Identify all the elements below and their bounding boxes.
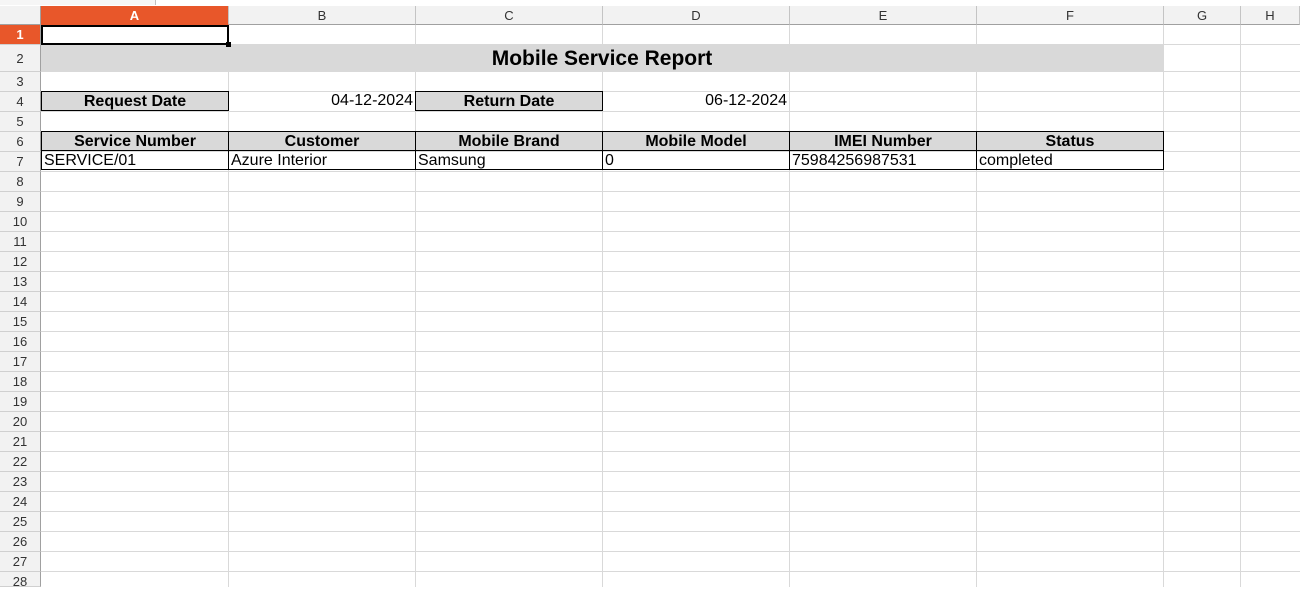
column-header-c[interactable]: C <box>416 6 603 25</box>
gridline <box>41 451 1300 452</box>
gridline <box>41 351 1300 352</box>
row-header-14[interactable]: 14 <box>0 292 41 312</box>
column-header-d[interactable]: D <box>603 6 790 25</box>
gridline <box>1163 25 1164 587</box>
column-header-f[interactable]: F <box>977 6 1164 25</box>
report-title[interactable]: Mobile Service Report <box>41 45 1163 72</box>
row-header-6[interactable]: 6 <box>0 132 41 152</box>
fill-handle[interactable] <box>226 42 231 47</box>
gridline <box>41 571 1300 572</box>
gridline <box>41 211 1300 212</box>
gridline <box>1240 25 1241 587</box>
table-cell-imei-number[interactable]: 75984256987531 <box>789 150 977 170</box>
row-header-20[interactable]: 20 <box>0 412 41 432</box>
table-cell-service-number[interactable]: SERVICE/01 <box>41 150 229 170</box>
gridline <box>41 491 1300 492</box>
gridline <box>41 471 1300 472</box>
column-header-b[interactable]: B <box>229 6 416 25</box>
return-date-label[interactable]: Return Date <box>415 91 603 111</box>
table-header-mobile-model[interactable]: Mobile Model <box>602 131 790 151</box>
table-header-imei-number[interactable]: IMEI Number <box>789 131 977 151</box>
return-date-value[interactable]: 06-12-2024 <box>602 91 789 111</box>
row-header-25[interactable]: 25 <box>0 512 41 532</box>
table-header-status[interactable]: Status <box>976 131 1164 151</box>
spreadsheet: A B C D E F G H 1 2 3 4 5 6 7 8 9 10 11 … <box>0 0 1300 589</box>
column-header-a[interactable]: A <box>41 6 229 25</box>
row-header-10[interactable]: 10 <box>0 212 41 232</box>
table-cell-status[interactable]: completed <box>976 150 1164 170</box>
row-header-22[interactable]: 22 <box>0 452 41 472</box>
active-cell-cursor[interactable] <box>41 25 231 47</box>
row-header-1[interactable]: 1 <box>0 25 41 45</box>
name-box[interactable] <box>0 0 156 5</box>
table-cell-mobile-model[interactable]: 0 <box>602 150 790 170</box>
row-header-5[interactable]: 5 <box>0 112 41 132</box>
gridline <box>41 251 1300 252</box>
table-header-service-number[interactable]: Service Number <box>41 131 229 151</box>
gridline <box>41 371 1300 372</box>
row-header-15[interactable]: 15 <box>0 312 41 332</box>
row-header-28[interactable]: 28 <box>0 572 41 589</box>
row-header-27[interactable]: 27 <box>0 552 41 572</box>
column-header-e[interactable]: E <box>790 6 977 25</box>
select-all-corner[interactable] <box>0 6 41 25</box>
row-header-3[interactable]: 3 <box>0 72 41 92</box>
gridline <box>41 531 1300 532</box>
row-header-2[interactable]: 2 <box>0 45 41 72</box>
cell-grid[interactable]: Mobile Service Report Request Date 04-12… <box>41 25 1300 587</box>
row-header-7[interactable]: 7 <box>0 152 41 172</box>
row-header-23[interactable]: 23 <box>0 472 41 492</box>
row-header-19[interactable]: 19 <box>0 392 41 412</box>
gridline <box>41 431 1300 432</box>
gridline <box>41 311 1300 312</box>
request-date-label[interactable]: Request Date <box>41 91 229 111</box>
gridline <box>41 391 1300 392</box>
gridline <box>41 171 1300 172</box>
table-header-mobile-brand[interactable]: Mobile Brand <box>415 131 603 151</box>
row-header-21[interactable]: 21 <box>0 432 41 452</box>
row-header-4[interactable]: 4 <box>0 92 41 112</box>
gridline <box>41 291 1300 292</box>
row-header-26[interactable]: 26 <box>0 532 41 552</box>
request-date-value[interactable]: 04-12-2024 <box>228 91 415 111</box>
table-header-customer[interactable]: Customer <box>228 131 416 151</box>
column-header-h[interactable]: H <box>1241 6 1300 25</box>
gridline <box>41 511 1300 512</box>
row-header-24[interactable]: 24 <box>0 492 41 512</box>
table-cell-customer[interactable]: Azure Interior <box>228 150 416 170</box>
gridline <box>41 231 1300 232</box>
gridline <box>41 191 1300 192</box>
row-header-16[interactable]: 16 <box>0 332 41 352</box>
gridline <box>41 271 1300 272</box>
gridline <box>41 111 1300 112</box>
row-header-9[interactable]: 9 <box>0 192 41 212</box>
row-header-11[interactable]: 11 <box>0 232 41 252</box>
row-header-13[interactable]: 13 <box>0 272 41 292</box>
row-header-12[interactable]: 12 <box>0 252 41 272</box>
gridline <box>789 25 790 587</box>
gridline <box>41 411 1300 412</box>
row-header-8[interactable]: 8 <box>0 172 41 192</box>
column-header-g[interactable]: G <box>1164 6 1241 25</box>
table-cell-mobile-brand[interactable]: Samsung <box>415 150 603 170</box>
gridline <box>41 331 1300 332</box>
gridline <box>41 551 1300 552</box>
row-header-18[interactable]: 18 <box>0 372 41 392</box>
gridline <box>976 25 977 587</box>
row-header-17[interactable]: 17 <box>0 352 41 372</box>
